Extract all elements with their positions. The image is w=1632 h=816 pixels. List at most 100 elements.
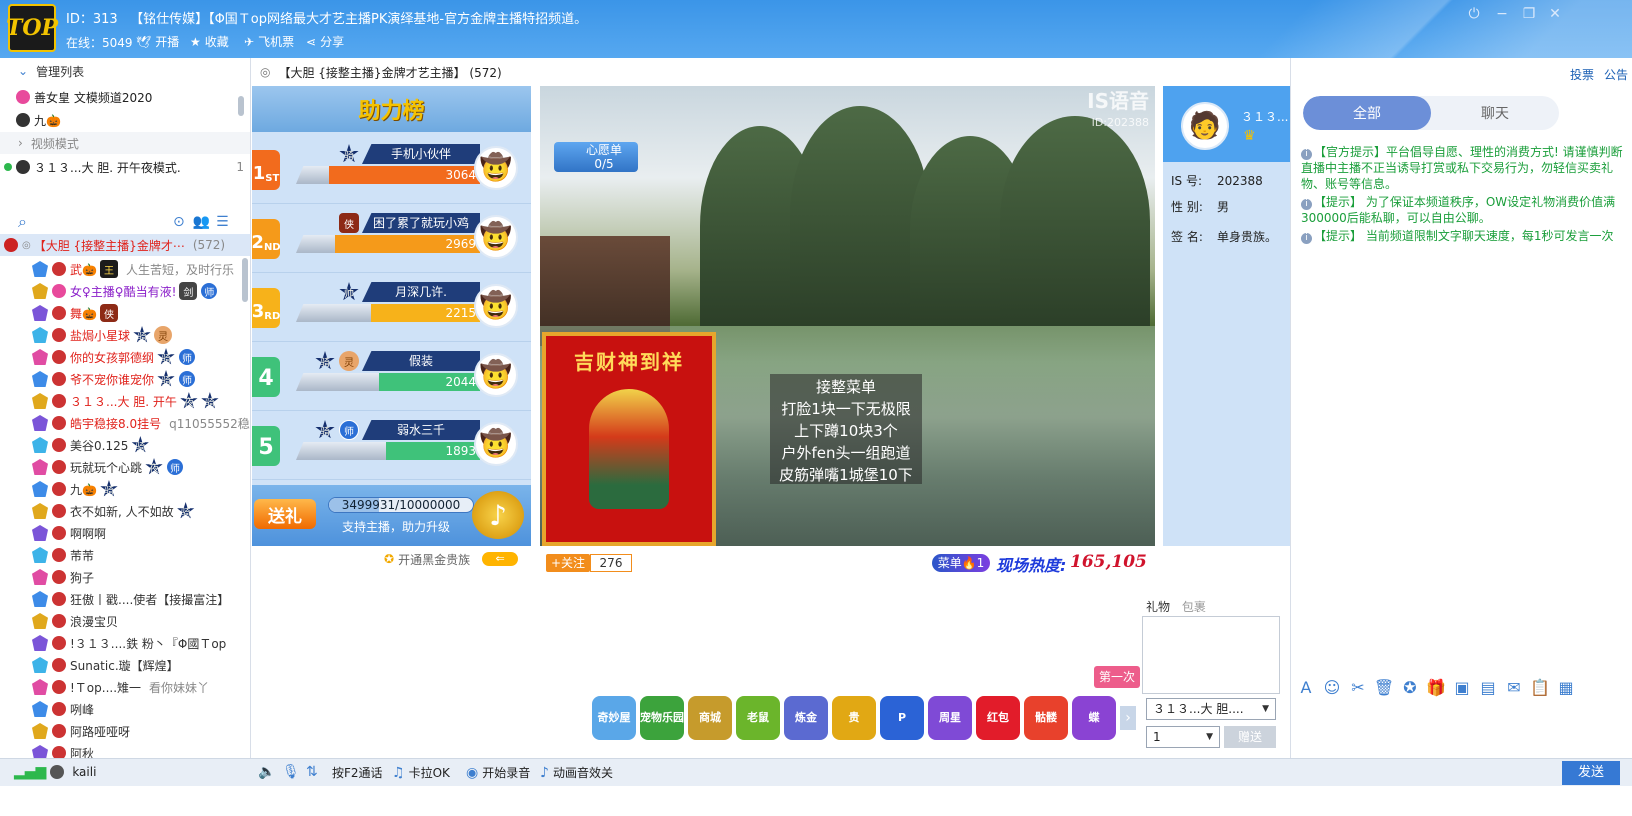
send-button[interactable]: 发送 bbox=[1562, 761, 1620, 785]
gift-shortcut[interactable]: 老鼠 bbox=[736, 696, 780, 740]
rank-row[interactable]: 2 ND 侠困了累了就玩小鸡 2969 🤠 bbox=[251, 205, 531, 273]
tab-all[interactable]: 全部 bbox=[1303, 96, 1431, 130]
rank-row[interactable]: 5 骑师弱水三千 1893 🤠 bbox=[252, 412, 531, 480]
badge-icon[interactable]: ✪ bbox=[1399, 677, 1421, 699]
animation-sound-button[interactable]: ♪ 动画音效关 bbox=[540, 764, 613, 781]
user-list-item[interactable]: 女♀主播♀酷当有液! 剑师 bbox=[0, 280, 250, 302]
rank-row[interactable]: 4 骑灵假装 2044 🤠 bbox=[252, 343, 531, 411]
rank-row[interactable]: 3 RD 帅月深几许. 2215 🤠 bbox=[252, 274, 531, 342]
location-icon[interactable]: ⊙ bbox=[173, 214, 185, 230]
user-list-scrollbar[interactable] bbox=[242, 258, 248, 302]
mic-button[interactable]: 🎙 bbox=[282, 764, 300, 780]
favorite-button[interactable]: ★ 收藏 bbox=[190, 33, 229, 50]
send-gift-button[interactable]: 送礼 bbox=[254, 499, 316, 529]
user-list-item[interactable]: ３１３...大 胆. 开午夜骑 bbox=[0, 390, 250, 412]
video-stage[interactable]: IS语音 ID:202388 心愿单 0/5 吉财神到祥 接整菜单 打脸1块一下无… bbox=[540, 86, 1155, 546]
trash-icon[interactable]: 🗑 bbox=[1373, 677, 1395, 699]
chevron-right-icon[interactable]: › bbox=[1120, 706, 1136, 730]
arrow-left-icon[interactable]: ⇐ bbox=[482, 552, 519, 566]
user-settings-icon[interactable]: 👥 bbox=[193, 214, 210, 230]
gift-list[interactable] bbox=[1142, 616, 1280, 694]
user-list-item[interactable]: Sunatic.璇【辉煌】 bbox=[0, 654, 250, 676]
power-icon[interactable]: ⏻ bbox=[1465, 6, 1483, 22]
video-user-item[interactable]: ３１３...大 胆. 开午夜模式. 1 bbox=[0, 156, 250, 178]
user-list-item[interactable]: 狂傲丨戳....使者【接撮富注】 bbox=[0, 588, 250, 610]
black-gold-link[interactable]: ✪ 开通黑金贵族 ⇐ bbox=[380, 546, 530, 572]
manager-item[interactable]: 九🎃 bbox=[0, 109, 250, 131]
gift-shortcut[interactable]: 商城 bbox=[688, 696, 732, 740]
record-button[interactable]: ◉ 开始录音 bbox=[466, 764, 530, 781]
rank-avatar[interactable]: 🤠 bbox=[474, 146, 518, 190]
manage-scrollbar[interactable] bbox=[238, 96, 244, 116]
gift-shortcut[interactable]: 红包 bbox=[976, 696, 1020, 740]
ticket-button[interactable]: ✈ 飞机票 bbox=[244, 33, 294, 50]
user-list-item[interactable]: 武🎃 王人生苦短，及时行乐 bbox=[0, 258, 250, 280]
share-button[interactable]: ⋖ 分享 bbox=[306, 33, 344, 50]
channel-item[interactable]: ◎ 【大胆 {接整主播}金牌才⋯ (572) bbox=[0, 234, 250, 256]
mixer-button[interactable]: ⇅ bbox=[306, 764, 318, 780]
gift-shortcut[interactable]: P bbox=[880, 696, 924, 740]
f2-talk-button[interactable]: 按F2通话 bbox=[332, 764, 383, 781]
user-list-item[interactable]: 皓宇稳接8.0挂号 q11055552稳5 bbox=[0, 412, 250, 434]
user-list-item[interactable]: 浪漫宝贝 bbox=[0, 610, 250, 632]
gift-qty-select[interactable]: 1 ▼ bbox=[1146, 726, 1220, 748]
broadcast-button[interactable]: 🕊 开播 bbox=[136, 33, 179, 50]
video-mode-header[interactable]: › 视频模式 bbox=[0, 132, 250, 154]
tab-chat[interactable]: 聊天 bbox=[1431, 96, 1559, 130]
clipboard-icon[interactable]: 📋 bbox=[1529, 677, 1551, 699]
anchor-avatar[interactable]: 🧑 bbox=[1181, 102, 1229, 150]
user-list-item[interactable]: !３１３....鉄 粉丶『Φ國Ｔop bbox=[0, 632, 250, 654]
gift-shortcut[interactable]: 炼金 bbox=[784, 696, 828, 740]
gift-target-select[interactable]: ３１３...大 胆.... ▼ bbox=[1146, 698, 1276, 720]
user-list-item[interactable]: 你的女孩郭德纲骑师 bbox=[0, 346, 250, 368]
user-list-item[interactable]: 狗子 bbox=[0, 566, 250, 588]
menu-button[interactable]: 菜单🔥1 bbox=[932, 554, 990, 572]
rank-avatar[interactable]: 🤠 bbox=[474, 284, 518, 328]
tab-bag[interactable]: 包裹 bbox=[1182, 600, 1206, 614]
user-list-item[interactable]: !Ｔop....雉一 看你妹妹丫 bbox=[0, 676, 250, 698]
gift-icon[interactable]: 🎁 bbox=[1425, 677, 1447, 699]
user-list-item[interactable]: 咧峰 bbox=[0, 698, 250, 720]
user-list-item[interactable]: 阿路哑哑呀 bbox=[0, 720, 250, 742]
karaoke-button[interactable]: ♫ 卡拉OK bbox=[392, 764, 450, 781]
user-list-item[interactable]: 芾芾 bbox=[0, 544, 250, 566]
book-icon[interactable]: ▤ bbox=[1477, 677, 1499, 699]
user-list-item[interactable]: 九🎃 骑 bbox=[0, 478, 250, 500]
grid-icon[interactable]: ▦ bbox=[1555, 677, 1577, 699]
emoji-icon[interactable]: ☺ bbox=[1321, 677, 1343, 699]
manager-item[interactable]: 善女皇 文模频道2020 bbox=[0, 86, 250, 108]
user-list-item[interactable]: 盐焗小星球骑灵 bbox=[0, 324, 250, 346]
gift-shortcut[interactable]: 骷髅 bbox=[1024, 696, 1068, 740]
user-list-item[interactable]: 啊啊啊 bbox=[0, 522, 250, 544]
user-list-item[interactable]: 美谷0.125 骑 bbox=[0, 434, 250, 456]
gift-shortcut[interactable]: 周星 bbox=[928, 696, 972, 740]
list-icon[interactable]: ☰ bbox=[216, 214, 229, 230]
search-icon[interactable]: ⌕ bbox=[18, 212, 27, 232]
rank-row[interactable]: 1 ST 骑手机小伙伴 3064 🤠 bbox=[252, 136, 531, 204]
close-icon[interactable]: ✕ bbox=[1546, 6, 1564, 22]
gift-shortcut[interactable]: 奇妙屋 bbox=[592, 696, 636, 740]
rank-avatar[interactable]: 🤠 bbox=[474, 353, 518, 397]
user-list-item[interactable]: 舞🎃 侠 bbox=[0, 302, 250, 324]
tab-gift[interactable]: 礼物 bbox=[1146, 600, 1170, 614]
rank-avatar[interactable]: 🤠 bbox=[474, 422, 518, 466]
follow-button[interactable]: +关注 bbox=[546, 554, 590, 572]
speaker-button[interactable]: 🔈 bbox=[258, 764, 275, 780]
gift-shortcut[interactable]: 宠物乐园 bbox=[640, 696, 684, 740]
user-list-item[interactable]: 衣不如新, 人不如故骑 bbox=[0, 500, 250, 522]
user-list-item[interactable]: 爷不宠你谁宠你骑师 bbox=[0, 368, 250, 390]
scissors-icon[interactable]: ✂ bbox=[1347, 677, 1369, 699]
music-note-icon[interactable]: ♪ bbox=[472, 491, 524, 539]
vote-link[interactable]: 投票 bbox=[1570, 66, 1594, 83]
gift-box-icon[interactable]: ▣ bbox=[1451, 677, 1473, 699]
user-list-item[interactable]: 玩就玩个心跳夜师 bbox=[0, 456, 250, 478]
maximize-icon[interactable]: ❐ bbox=[1520, 6, 1538, 22]
wish-list-badge[interactable]: 心愿单 0/5 bbox=[554, 142, 638, 172]
gift-send-button[interactable]: 赠送 bbox=[1224, 726, 1276, 748]
minimize-icon[interactable]: − bbox=[1493, 6, 1511, 22]
font-icon[interactable]: A bbox=[1295, 677, 1317, 699]
gift-shortcut[interactable]: 贵 bbox=[832, 696, 876, 740]
manage-list-header[interactable]: ⌄ 管理列表 bbox=[0, 60, 250, 82]
message-icon[interactable]: ✉ bbox=[1503, 677, 1525, 699]
gift-shortcut[interactable]: 蝶 bbox=[1072, 696, 1116, 740]
